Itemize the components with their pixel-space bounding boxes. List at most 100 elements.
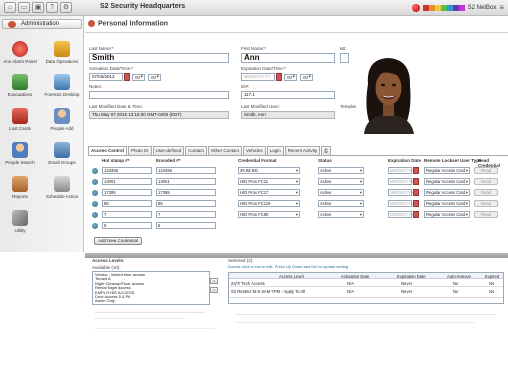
tab-contact[interactable]: Contact [185, 146, 207, 155]
radio-button[interactable] [92, 179, 98, 185]
sidebar-item-email-groups[interactable]: Email Groups [42, 142, 82, 165]
expiration-hour-select[interactable]: 00 [284, 74, 297, 81]
read-credential-button[interactable]: Read [474, 178, 498, 185]
person-photo[interactable] [356, 54, 421, 134]
calendar-icon[interactable] [124, 73, 130, 81]
hot-stamp-input[interactable]: 17395 [102, 189, 152, 196]
expiration-minute-select[interactable]: 00 [300, 74, 313, 81]
hot-stamp-input[interactable]: 6 [102, 222, 152, 229]
status-select[interactable]: Active [318, 167, 364, 174]
available-access-list[interactable]: Vendor - limited time access Tenant A Nigh… [92, 271, 210, 305]
settings-icon[interactable]: ⚙ [60, 2, 72, 13]
expiration-date-input[interactable]: MM/DD/YYYY [241, 73, 275, 81]
print-icon[interactable]: ⎙ [321, 146, 331, 155]
tab-other-contact[interactable]: Other Contact [207, 146, 242, 155]
encoded-input[interactable]: 7 [156, 211, 216, 218]
credential-format-select[interactable]: HID Prox FC17 [238, 189, 300, 196]
table-row[interactable]: 13001 13001 HID Prox FC11 Active MM/DD/YYYY R… [88, 177, 508, 188]
expiration-date-input[interactable]: MM/DD/YYYY [388, 178, 417, 185]
table-row[interactable]: 24/7/ Tech Access N/A Never No No [229, 280, 503, 287]
notes-input[interactable] [89, 91, 229, 99]
status-select[interactable]: Active [318, 211, 364, 218]
list-item[interactable]: Alarm SMP [95, 303, 207, 304]
hot-stamp-input[interactable]: 13001 [102, 178, 152, 185]
encoded-input[interactable]: 86 [156, 200, 216, 207]
tab-vehicles[interactable]: Vehicles [242, 146, 266, 155]
credential-format-select[interactable]: HID Prox FC11 [238, 178, 300, 185]
expiration-date-input[interactable]: MM/DD/YYYY [388, 189, 417, 196]
add-credential-button[interactable]: Add New Credential [94, 237, 143, 245]
activation-date-input[interactable]: 07/03/2012 [89, 73, 123, 81]
read-credential-button[interactable]: Read [474, 189, 498, 196]
lockset-user-type-select[interactable]: Regular Access Card [424, 178, 470, 185]
help-icon[interactable]: ? [46, 2, 58, 13]
sidebar-item-alarm-panel[interactable]: Ann Alarm Panel [0, 41, 40, 64]
hot-stamp-input[interactable]: 123456 [102, 167, 152, 174]
radio-button[interactable] [92, 212, 98, 218]
mi-input[interactable] [340, 53, 349, 63]
alarm-status-icon[interactable] [411, 3, 420, 12]
lockset-user-type-select[interactable]: Regular Access Card [424, 211, 470, 218]
calendar-icon[interactable] [413, 178, 419, 185]
monitor-icon[interactable]: ▭ [18, 2, 30, 13]
tab-photo-id[interactable]: Photo ID [128, 146, 152, 155]
add-access-button[interactable]: > [210, 278, 218, 284]
id-input[interactable]: 117.1 [241, 91, 335, 99]
sidebar-item-forensic-desktop[interactable]: Forensic Desktop [42, 74, 82, 97]
last-name-input[interactable]: Smith [89, 53, 229, 63]
home-icon[interactable]: ⌂ [4, 2, 16, 13]
lockset-user-type-select[interactable]: Regular Access Card [424, 167, 470, 174]
expiration-date-input[interactable]: MM/DD/YYYY [388, 200, 417, 207]
remove-access-button[interactable]: < [210, 287, 218, 293]
activation-minute-select[interactable]: 00 [148, 74, 161, 81]
sidebar-item-evacuations[interactable]: Evacuations [0, 74, 40, 97]
radio-button[interactable] [92, 190, 98, 196]
radio-button[interactable] [92, 223, 98, 229]
table-row[interactable]: 86 86 HID Prox FC115 Active MM/DD/YYYY Regula… [88, 199, 508, 210]
tab-login[interactable]: Login [266, 146, 284, 155]
status-select[interactable]: Active [318, 200, 364, 207]
radio-button[interactable] [92, 168, 98, 174]
calendar-icon[interactable] [413, 200, 419, 207]
tab-user-defined[interactable]: User-defined [152, 146, 185, 155]
sidebar-item-reports[interactable]: Reports [0, 176, 40, 199]
status-select[interactable]: Active [318, 189, 364, 196]
sidebar-item-people-add[interactable]: People Add [42, 108, 82, 131]
read-credential-button[interactable]: Read [474, 167, 498, 174]
activation-hour-select[interactable]: 00 [132, 74, 145, 81]
first-name-input[interactable]: Ann [241, 53, 335, 63]
calendar-icon[interactable] [413, 167, 419, 174]
hot-stamp-input[interactable]: 7 [102, 211, 152, 218]
calendar-icon[interactable] [276, 73, 282, 81]
calendar-icon[interactable] [413, 189, 419, 196]
radio-button[interactable] [92, 201, 98, 207]
credential-format-select[interactable]: 26 Bit BG [238, 167, 300, 174]
read-credential-button[interactable]: Read [474, 211, 498, 218]
encoded-input[interactable]: 123456 [156, 167, 216, 174]
sidebar-item-people-search[interactable]: People Search [0, 142, 40, 165]
credential-format-select[interactable]: HID Prox FC90 [238, 211, 300, 218]
hot-stamp-input[interactable]: 86 [102, 200, 152, 207]
credential-format-select[interactable]: HID Prox FC115 [238, 200, 300, 207]
encoded-input[interactable]: 17395 [156, 189, 216, 196]
tab-recent-activity[interactable]: Recent Activity [284, 146, 321, 155]
table-row[interactable]: 77 HID Prox FC90 Active MM/DD/YYYY Regular A… [88, 210, 508, 221]
table-row[interactable]: 66 [88, 221, 508, 232]
window-icon[interactable]: ▣ [32, 2, 44, 13]
sidebar-section-administration[interactable]: Administration [2, 19, 82, 29]
sidebar-item-utility[interactable]: Utility [0, 210, 40, 233]
table-row[interactable]: 123456 123456 26 Bit BG Active MM/DD/YYYY Reg… [88, 166, 508, 177]
expiration-date-input[interactable]: MM/DD/YYYY [388, 167, 417, 174]
table-row[interactable]: 17395 17395 HID Prox FC17 Active MM/DD/YYYY R… [88, 188, 508, 199]
menu-icon[interactable]: ≡ [499, 3, 504, 12]
encoded-input[interactable]: 6 [156, 222, 216, 229]
table-row[interactable]: S2 Restrict M-S 6AM-7PM - Apply To All N… [229, 288, 503, 298]
expiration-date-input[interactable]: MM/DD/YYYY [388, 211, 417, 218]
sidebar-item-data-operations[interactable]: Data Operations [42, 41, 82, 64]
sidebar-item-schedule-action[interactable]: Schedule Action [42, 176, 82, 199]
sidebar-item-lost-cards[interactable]: Lost Cards [0, 108, 40, 131]
lockset-user-type-select[interactable]: Regular Access Card [424, 200, 470, 207]
encoded-input[interactable]: 13001 [156, 178, 216, 185]
tab-access-control[interactable]: Access Control [88, 146, 128, 155]
read-credential-button[interactable]: Read [474, 200, 498, 207]
